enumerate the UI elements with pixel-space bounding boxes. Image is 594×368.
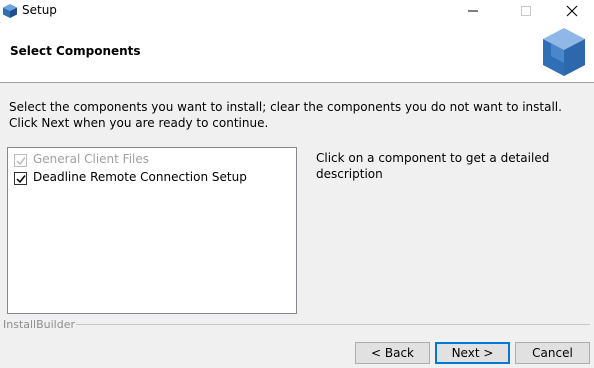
component-label: General Client Files (33, 152, 149, 166)
cancel-button[interactable]: Cancel (515, 342, 590, 364)
cube-logo-icon (539, 25, 589, 79)
minimize-button[interactable] (451, 0, 497, 22)
close-button[interactable] (550, 0, 594, 22)
minimize-icon (468, 10, 478, 12)
close-icon (566, 5, 578, 17)
wizard-header: Select Components (0, 22, 594, 83)
window-title: Setup (22, 3, 57, 17)
component-description: Click on a component to get a detailed d… (316, 151, 550, 181)
maximize-icon (521, 6, 531, 16)
instructions-text: Select the components you want to instal… (9, 100, 562, 130)
back-button[interactable]: < Back (355, 342, 430, 364)
next-button[interactable]: Next > (435, 342, 510, 364)
checkbox[interactable] (14, 154, 27, 167)
checkmark-icon (16, 175, 26, 184)
cube-icon (2, 3, 18, 19)
checkmark-icon (16, 157, 26, 166)
component-label: Deadline Remote Connection Setup (33, 170, 247, 184)
checkbox[interactable] (14, 172, 27, 185)
page-title: Select Components (10, 44, 141, 58)
divider (76, 324, 590, 325)
title-bar: Setup (0, 0, 594, 22)
installer-brand: InstallBuilder (3, 318, 76, 331)
maximize-button[interactable] (504, 0, 550, 22)
